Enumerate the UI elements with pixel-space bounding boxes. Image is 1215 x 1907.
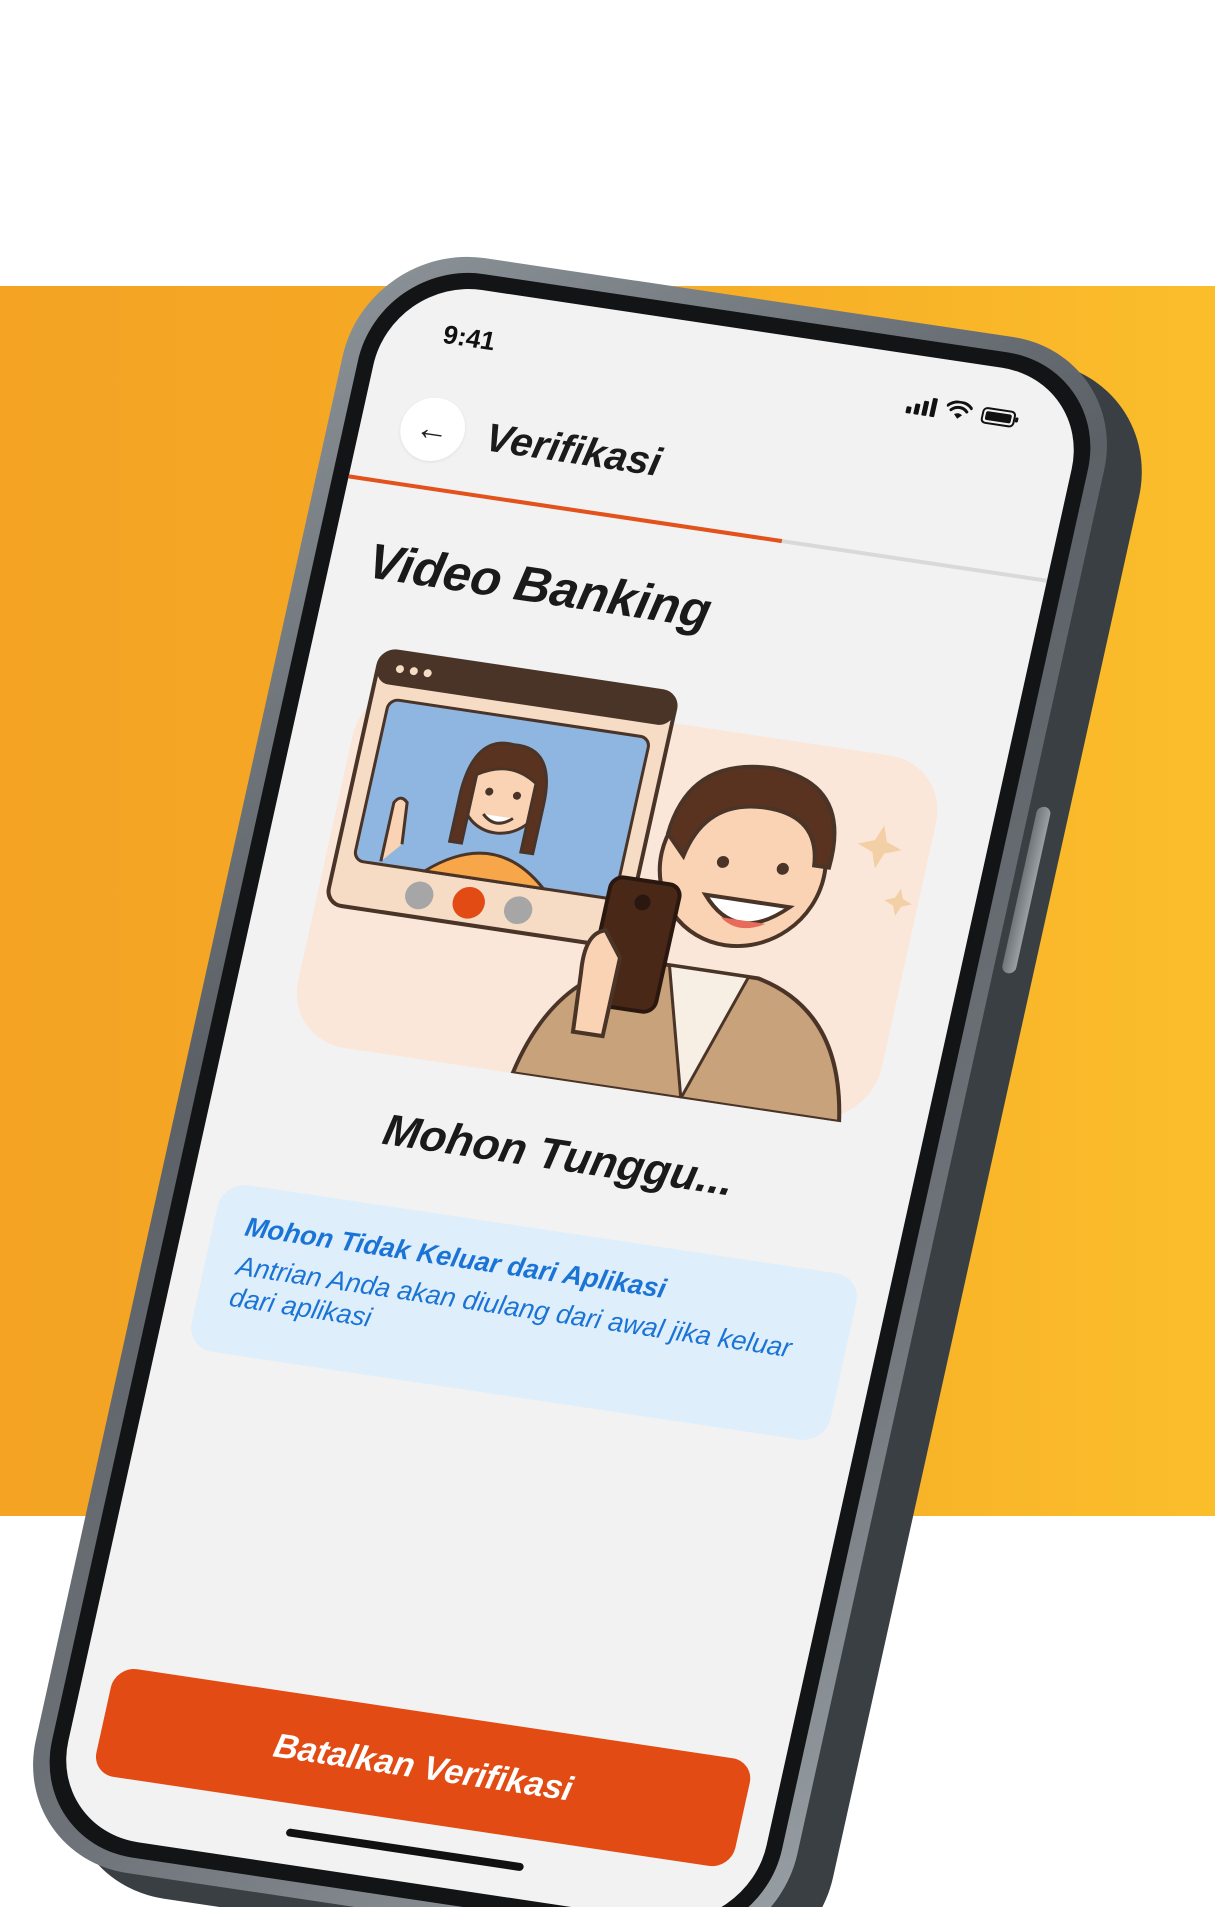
arrow-left-icon: ← (411, 407, 454, 450)
page-heading: Video Banking (362, 532, 717, 639)
home-indicator (285, 1828, 525, 1872)
back-button[interactable]: ← (394, 393, 472, 466)
status-time: 9:41 (440, 318, 499, 356)
status-icons (905, 393, 1021, 429)
cellular-signal-icon (905, 393, 939, 418)
battery-icon (979, 404, 1021, 429)
video-call-illustration (265, 635, 977, 1129)
cancel-verification-button[interactable]: Batalkan Verifikasi (91, 1665, 755, 1870)
video-call-illustration-svg (296, 649, 938, 1125)
wifi-icon (944, 399, 974, 422)
marketing-stage: 9:41 ← Verifikasi Video Banking Mohon Tu… (0, 0, 1215, 1907)
header-title: Verifikasi (481, 415, 666, 485)
info-notice: Mohon Tidak Keluar dari Aplikasi Antrian… (186, 1181, 862, 1444)
